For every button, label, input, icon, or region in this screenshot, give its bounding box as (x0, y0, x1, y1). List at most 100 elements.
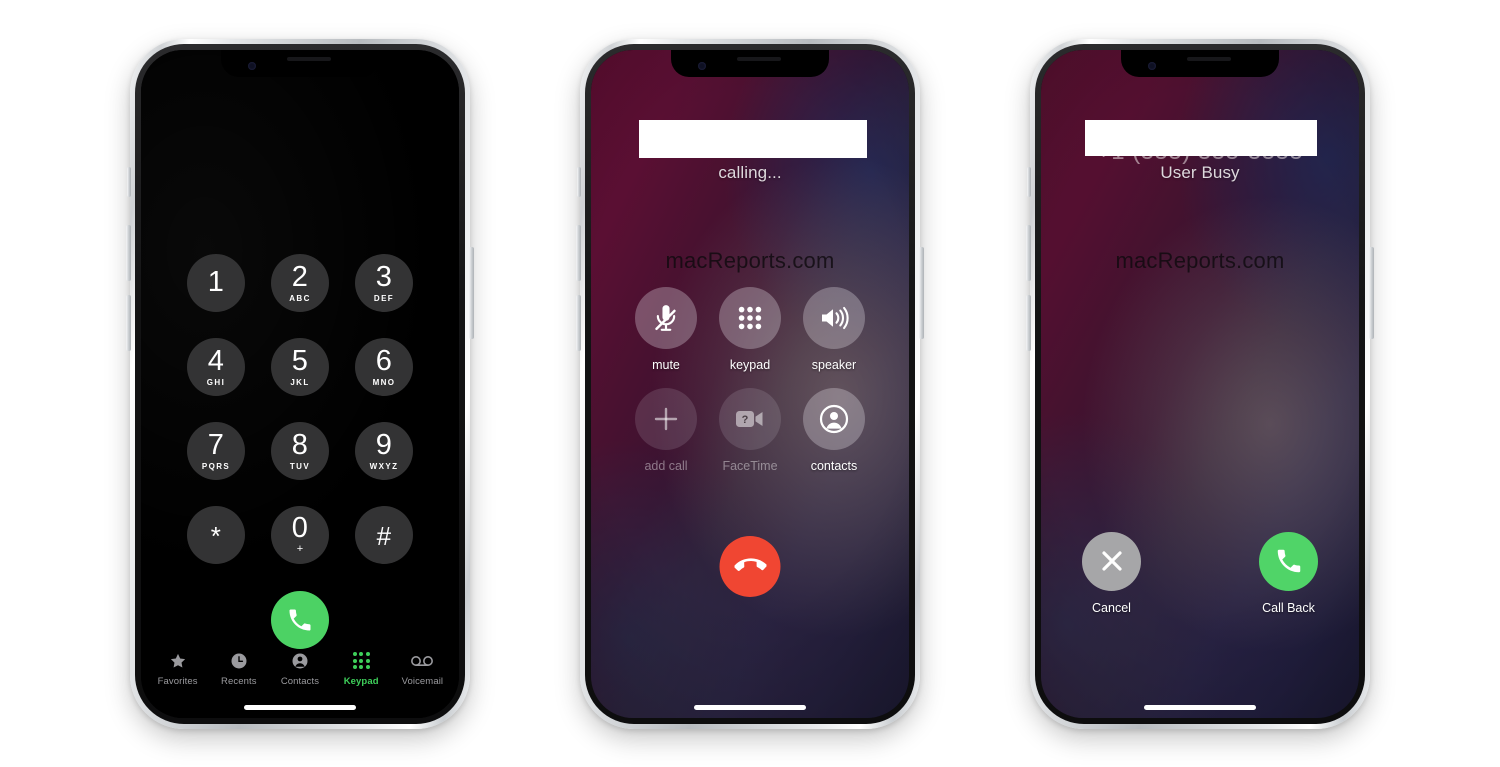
call-back-button[interactable]: Call Back (1259, 531, 1318, 615)
key-7[interactable]: 7 PQRS (187, 421, 245, 480)
mute-button[interactable]: mute (624, 286, 708, 372)
power-button[interactable] (919, 246, 924, 339)
key-3[interactable]: 3 DEF (355, 253, 413, 312)
silent-switch[interactable] (577, 166, 581, 197)
home-indicator[interactable] (1144, 704, 1256, 710)
plus-icon (635, 387, 697, 450)
volume-up-button[interactable] (126, 224, 131, 281)
key-letters: DEF (373, 293, 395, 303)
keypad-button[interactable]: keypad (708, 286, 792, 372)
key-digit: # (376, 520, 392, 551)
watermark: macReports.com (665, 247, 835, 273)
voicemail-icon (410, 650, 434, 672)
key-letters: ABC (289, 293, 311, 303)
mute-microphone-icon (635, 286, 697, 349)
keypad-phone: 1 2 ABC 3 DEF 4 GHI 5 JKL 6 MNO 7 PQRS 8… (126, 38, 474, 729)
call-button[interactable] (271, 590, 329, 649)
phone-screen: calling... macReports.com mute keypad sp… (591, 49, 909, 718)
call-controls-grid: mute keypad speaker add call ? FaceTime … (624, 286, 876, 473)
tab-label: Favorites (157, 675, 198, 687)
key-digit: 9 (375, 428, 393, 461)
phone-number-display[interactable] (141, 200, 459, 240)
speaker-icon (803, 286, 865, 349)
tab-label: Contacts (280, 675, 320, 687)
action-label: Cancel (1092, 600, 1131, 615)
key-1[interactable]: 1 (187, 253, 245, 312)
volume-up-button[interactable] (1026, 224, 1031, 281)
in-call-screen: calling... macReports.com mute keypad sp… (591, 49, 909, 718)
tab-bar: Favorites Recents Contacts Keypad Voicem… (141, 650, 459, 698)
clock-icon (230, 650, 248, 672)
call-failed-screen: +1 (555) 555-5555 User Busy macReports.c… (1041, 49, 1359, 718)
dial-keypad: 1 2 ABC 3 DEF 4 GHI 5 JKL 6 MNO 7 PQRS 8… (187, 253, 413, 564)
key-0[interactable]: 0 + (271, 505, 329, 564)
key-digit: 4 (207, 344, 225, 377)
phone-screen: 1 2 ABC 3 DEF 4 GHI 5 JKL 6 MNO 7 PQRS 8… (141, 49, 459, 718)
key-5[interactable]: 5 JKL (271, 337, 329, 396)
cancel-button[interactable]: Cancel (1082, 531, 1141, 615)
star-icon (169, 650, 187, 672)
tab-voicemail[interactable]: Voicemail (392, 650, 452, 687)
tab-favorites[interactable]: Favorites (148, 650, 208, 687)
volume-down-button[interactable] (576, 294, 581, 351)
volume-down-button[interactable] (1026, 294, 1031, 351)
key-digit: 0 (291, 512, 309, 544)
home-indicator[interactable] (694, 704, 806, 710)
power-button[interactable] (1369, 246, 1374, 339)
key-digit: 1 (207, 266, 225, 298)
silent-switch[interactable] (127, 166, 131, 197)
contacts-button[interactable]: contacts (792, 387, 876, 473)
control-label: FaceTime (722, 458, 778, 473)
end-call-icon (734, 550, 766, 582)
end-call-button[interactable] (719, 535, 781, 597)
key-digit: 6 (375, 344, 393, 377)
tab-label: Recents (221, 675, 257, 687)
key-digit: 5 (291, 344, 309, 377)
speaker-button[interactable]: speaker (792, 286, 876, 372)
user-busy-phone: +1 (555) 555-5555 User Busy macReports.c… (1026, 38, 1374, 729)
key-hash[interactable]: # (355, 505, 413, 564)
control-label: speaker (811, 357, 857, 372)
key-letters: TUV (289, 461, 311, 471)
notch (221, 49, 379, 77)
home-indicator[interactable] (244, 704, 356, 710)
phone-icon (1259, 531, 1318, 591)
key-4[interactable]: 4 GHI (187, 337, 245, 396)
phone-icon (286, 606, 314, 634)
person-icon (291, 650, 309, 672)
key-9[interactable]: 9 WXYZ (355, 421, 413, 480)
volume-down-button[interactable] (126, 294, 131, 351)
key-6[interactable]: 6 MNO (355, 337, 413, 396)
front-camera-icon (1148, 61, 1156, 70)
volume-up-button[interactable] (576, 224, 581, 281)
add-call-button: add call (624, 387, 708, 473)
key-letters: MNO (372, 377, 396, 387)
key-letters: JKL (290, 377, 310, 387)
key-digit: 8 (291, 428, 309, 461)
control-label: mute (652, 357, 680, 372)
call-status-text: calling... (718, 162, 782, 182)
power-button[interactable] (469, 246, 474, 339)
call-failed-actions: Cancel Call Back (1041, 531, 1359, 615)
key-2[interactable]: 2 ABC (271, 253, 329, 312)
key-letters: WXYZ (369, 461, 399, 471)
silent-switch[interactable] (1027, 166, 1031, 197)
tab-recents[interactable]: Recents (209, 650, 269, 687)
action-label: Call Back (1262, 600, 1315, 615)
phones-stage: 1 2 ABC 3 DEF 4 GHI 5 JKL 6 MNO 7 PQRS 8… (0, 0, 1500, 767)
redacted-contact-name (639, 119, 867, 158)
earpiece-speaker-icon (287, 56, 331, 61)
key-digit: 3 (375, 260, 393, 293)
phone-screen: +1 (555) 555-5555 User Busy macReports.c… (1041, 49, 1359, 718)
tab-label: Keypad (343, 675, 379, 687)
tab-contacts[interactable]: Contacts (270, 650, 330, 687)
tab-keypad[interactable]: Keypad (331, 650, 391, 687)
key-asterisk[interactable]: * (187, 505, 245, 564)
facetime-video-icon: ? (719, 387, 781, 450)
watermark: macReports.com (1115, 247, 1285, 273)
keypad-dots-icon (352, 650, 370, 672)
key-digit: 7 (207, 428, 225, 461)
contacts-person-icon (803, 387, 865, 450)
key-8[interactable]: 8 TUV (271, 421, 329, 480)
key-digit: 2 (291, 260, 309, 293)
